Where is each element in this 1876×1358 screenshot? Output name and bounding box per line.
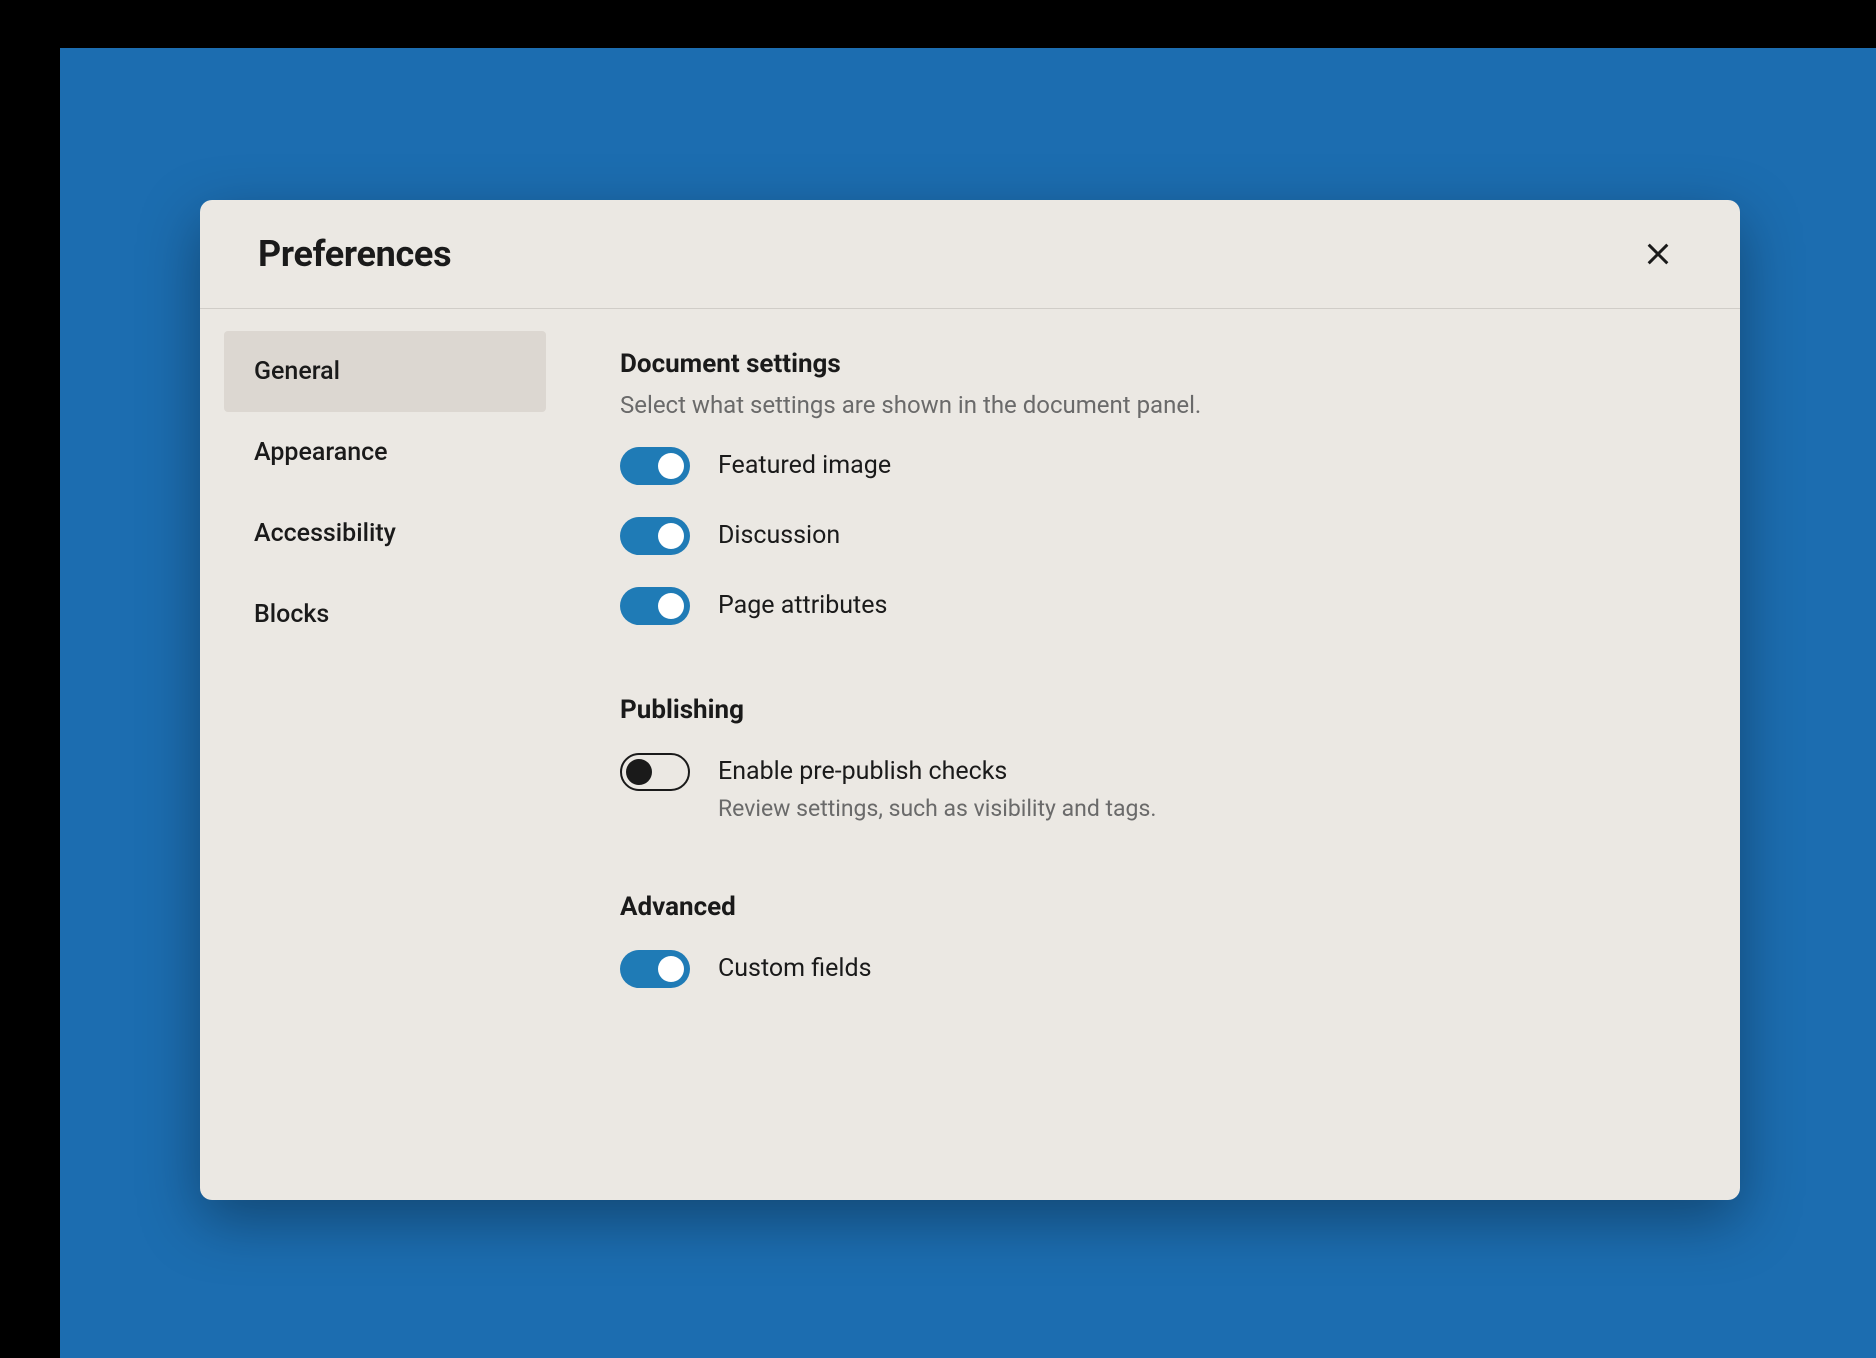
- section-title: Publishing: [620, 695, 1690, 725]
- tab-appearance[interactable]: Appearance: [224, 412, 546, 493]
- tab-label: Appearance: [254, 438, 388, 467]
- toggle-label-group: Custom fields: [718, 950, 871, 986]
- section-publishing: Publishing Enable pre-publish checks Rev…: [620, 695, 1690, 822]
- toggle-label-group: Enable pre-publish checks Review setting…: [718, 753, 1156, 822]
- tab-general[interactable]: General: [224, 331, 546, 412]
- toggle-knob: [658, 523, 684, 549]
- toggle-sublabel: Review settings, such as visibility and …: [718, 795, 1156, 822]
- toggle-label: Discussion: [718, 520, 840, 553]
- modal-title: Preferences: [258, 233, 451, 275]
- tab-label: General: [254, 357, 340, 386]
- toggle-page-attributes[interactable]: [620, 587, 690, 625]
- toggle-label: Featured image: [718, 450, 891, 483]
- close-button[interactable]: [1634, 230, 1682, 278]
- toggle-label: Page attributes: [718, 590, 887, 623]
- toggle-label: Custom fields: [718, 953, 871, 986]
- section-title: Document settings: [620, 349, 1690, 379]
- tab-blocks[interactable]: Blocks: [224, 574, 546, 655]
- toggle-label: Enable pre-publish checks: [718, 756, 1156, 789]
- modal-body: General Appearance Accessibility Blocks …: [200, 309, 1740, 1200]
- toggle-discussion[interactable]: [620, 517, 690, 555]
- toggle-row-page-attributes: Page attributes: [620, 587, 1690, 625]
- preferences-content: Document settings Select what settings a…: [570, 309, 1740, 1200]
- toggle-knob: [626, 759, 652, 785]
- section-document-settings: Document settings Select what settings a…: [620, 349, 1690, 625]
- toggle-label-group: Discussion: [718, 517, 840, 553]
- tab-label: Accessibility: [254, 519, 396, 548]
- close-icon: [1642, 238, 1674, 270]
- toggle-label-group: Featured image: [718, 447, 891, 483]
- toggle-row-featured-image: Featured image: [620, 447, 1690, 485]
- tab-accessibility[interactable]: Accessibility: [224, 493, 546, 574]
- toggle-row-pre-publish: Enable pre-publish checks Review setting…: [620, 753, 1690, 822]
- toggle-pre-publish-checks[interactable]: [620, 753, 690, 791]
- toggle-knob: [658, 593, 684, 619]
- tab-label: Blocks: [254, 600, 329, 629]
- toggle-row-discussion: Discussion: [620, 517, 1690, 555]
- section-advanced: Advanced Custom fields: [620, 892, 1690, 988]
- toggle-label-group: Page attributes: [718, 587, 887, 623]
- modal-header: Preferences: [200, 200, 1740, 309]
- preferences-modal: Preferences General Appearance Accessibi…: [200, 200, 1740, 1200]
- toggle-featured-image[interactable]: [620, 447, 690, 485]
- section-description: Select what settings are shown in the do…: [620, 391, 1690, 419]
- toggle-row-custom-fields: Custom fields: [620, 950, 1690, 988]
- toggle-custom-fields[interactable]: [620, 950, 690, 988]
- section-title: Advanced: [620, 892, 1690, 922]
- preferences-sidebar: General Appearance Accessibility Blocks: [200, 309, 570, 1200]
- toggle-knob: [658, 453, 684, 479]
- toggle-knob: [658, 956, 684, 982]
